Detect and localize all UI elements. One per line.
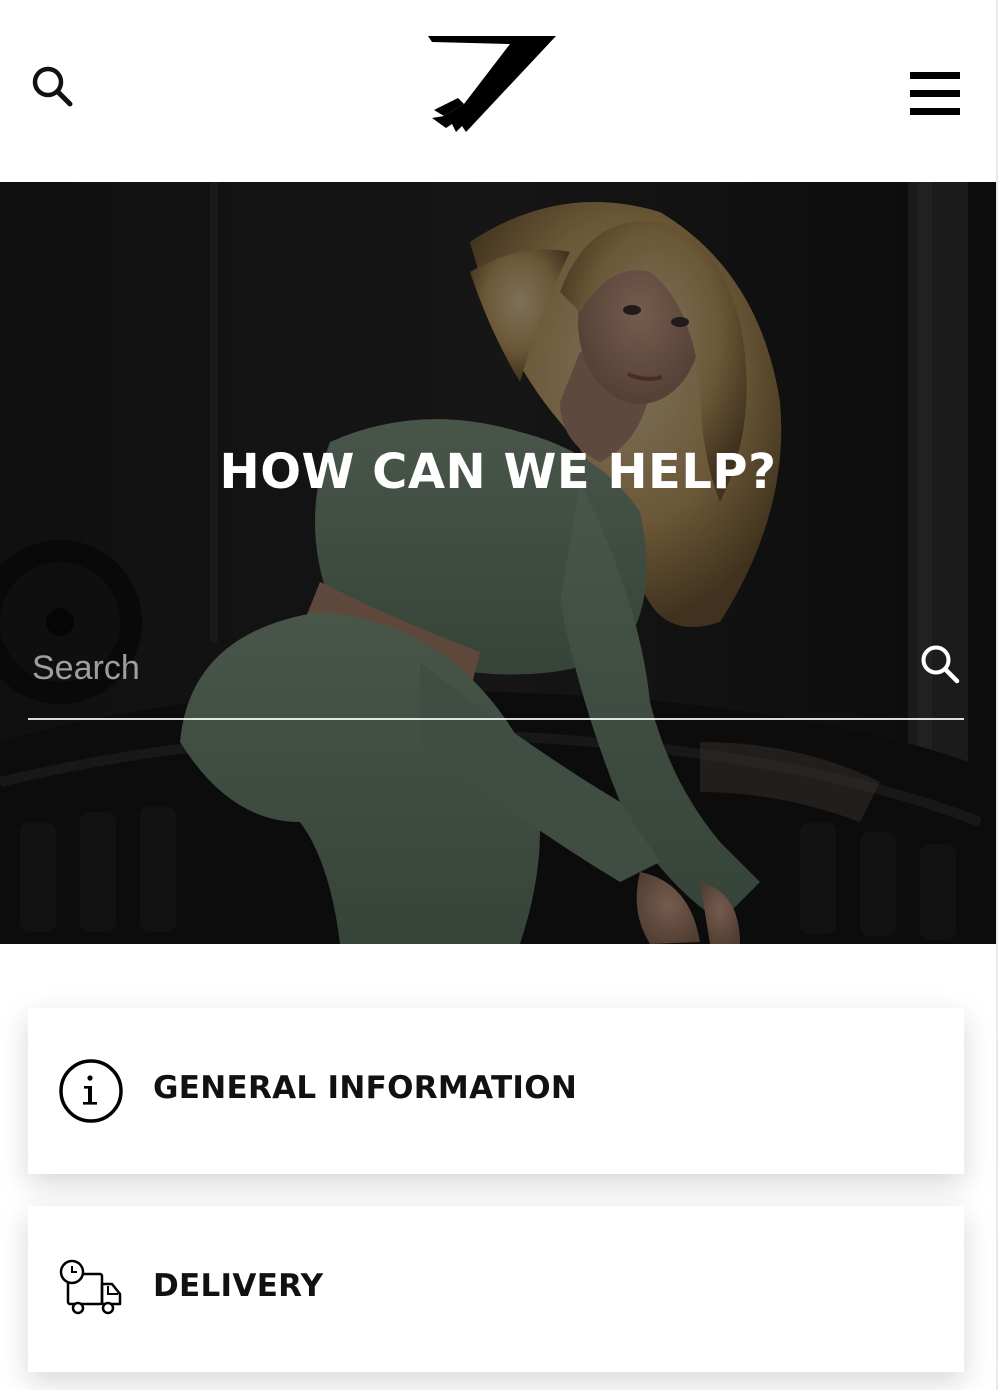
category-label: GENERAL INFORMATION: [153, 1070, 578, 1106]
help-categories: GENERAL INFORMATION DELIVERY: [0, 944, 996, 1390]
brand-logo[interactable]: [424, 32, 560, 136]
hero-banner: HOW CAN WE HELP?: [0, 182, 996, 944]
delivery-truck-icon: [59, 1259, 122, 1315]
info-icon: [59, 1059, 123, 1123]
help-search-bar: [28, 622, 964, 720]
site-header: [0, 0, 996, 182]
help-search-input[interactable]: [28, 638, 888, 698]
header-search-button[interactable]: [30, 64, 74, 108]
hero-background-image: [0, 182, 996, 944]
menu-button[interactable]: [908, 70, 962, 116]
category-card-delivery[interactable]: DELIVERY: [28, 1206, 964, 1372]
hero-title: HOW CAN WE HELP?: [219, 444, 777, 500]
category-label: DELIVERY: [153, 1268, 324, 1304]
category-card-general-information[interactable]: GENERAL INFORMATION: [28, 1008, 964, 1174]
search-icon[interactable]: [918, 642, 962, 686]
search-icon[interactable]: [30, 64, 74, 108]
hamburger-menu-icon: [910, 72, 960, 79]
